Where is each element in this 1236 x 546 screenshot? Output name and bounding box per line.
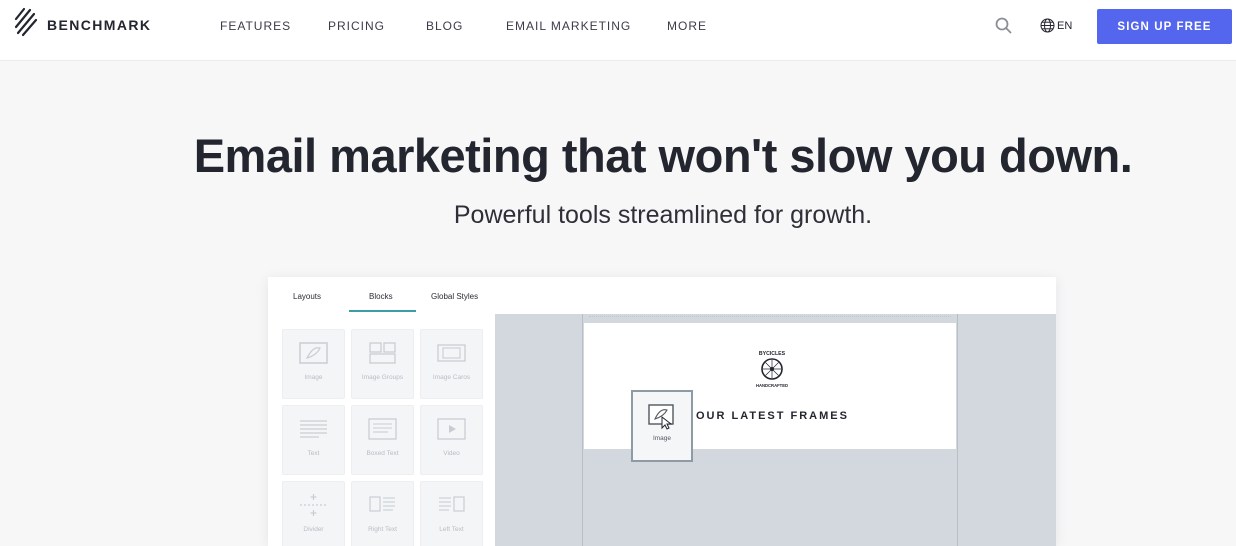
- block-label: Divider: [303, 526, 324, 533]
- dragged-block-label: Image: [652, 435, 672, 442]
- tab-layouts[interactable]: Layouts: [293, 292, 321, 301]
- hero-title: Email marketing that won't slow you down…: [193, 129, 1133, 182]
- block-label: Image Groups: [361, 374, 404, 381]
- badge-text-top: BYCICLES: [759, 351, 786, 357]
- language-selector[interactable]: EN: [1057, 20, 1072, 32]
- nav-features[interactable]: FEATURES: [220, 19, 291, 33]
- blocks-panel: Image Image Groups Image Caros Text Boxe…: [268, 314, 495, 546]
- divider-icon: [300, 494, 327, 516]
- email-editor-preview: Layouts Blocks Global Styles Image Image…: [268, 277, 1056, 546]
- right-text-icon: [369, 496, 395, 512]
- active-tab-indicator: [349, 310, 416, 312]
- top-nav: BENCHMARK FEATURES PRICING BLOG EMAIL MA…: [0, 0, 1236, 61]
- image-icon: [648, 404, 674, 430]
- globe-icon[interactable]: [1040, 18, 1055, 33]
- logo-mark-icon: [14, 7, 38, 37]
- nav-more[interactable]: MORE: [667, 19, 707, 33]
- search-icon[interactable]: [994, 16, 1013, 35]
- boxed-text-icon: [368, 418, 397, 440]
- nav-pricing[interactable]: PRICING: [328, 19, 385, 33]
- block-right-text[interactable]: Right Text: [351, 481, 414, 546]
- block-image[interactable]: Image: [282, 329, 345, 399]
- sign-up-free-button[interactable]: SIGN UP FREE: [1097, 9, 1232, 44]
- block-left-text[interactable]: Left Text: [420, 481, 483, 546]
- block-boxed-text[interactable]: Boxed Text: [351, 405, 414, 475]
- image-icon: [299, 342, 328, 364]
- block-label: Boxed Text: [366, 450, 399, 457]
- block-image-carousel[interactable]: Image Caros: [420, 329, 483, 399]
- video-icon: [437, 418, 466, 440]
- nav-email-marketing[interactable]: EMAIL MARKETING: [506, 19, 631, 33]
- editor-tabbar: Layouts Blocks Global Styles: [268, 277, 1056, 314]
- dragged-image-block[interactable]: Image: [631, 390, 693, 462]
- block-text[interactable]: Text: [282, 405, 345, 475]
- left-text-icon: [439, 496, 465, 512]
- block-image-groups[interactable]: Image Groups: [351, 329, 414, 399]
- block-label: Video: [443, 450, 460, 457]
- image-carousel-icon: [437, 344, 466, 362]
- image-group-icon: [369, 342, 396, 364]
- tab-global-styles[interactable]: Global Styles: [431, 292, 478, 301]
- tab-blocks[interactable]: Blocks: [369, 292, 393, 301]
- bicycles-logo-badge: BYCICLES HANDCRAFTED: [756, 351, 788, 388]
- badge-text-bottom: HANDCRAFTED: [756, 383, 788, 388]
- canvas-dotted-guide: [589, 316, 951, 318]
- block-label: Left Text: [439, 526, 464, 533]
- block-divider[interactable]: Divider: [282, 481, 345, 546]
- block-video[interactable]: Video: [420, 405, 483, 475]
- block-label: Image: [304, 374, 323, 381]
- hero-subtitle: Powerful tools streamlined for growth.: [453, 201, 873, 229]
- nav-blog[interactable]: BLOG: [426, 19, 463, 33]
- block-label: Text: [307, 450, 320, 457]
- block-label: Image Caros: [432, 374, 471, 381]
- block-label: Right Text: [368, 526, 397, 533]
- text-icon: [300, 420, 327, 438]
- email-headline: OUR LATEST FRAMES: [696, 410, 849, 422]
- brand-name: BENCHMARK: [47, 17, 152, 33]
- benchmark-logo[interactable]: BENCHMARK: [14, 6, 154, 46]
